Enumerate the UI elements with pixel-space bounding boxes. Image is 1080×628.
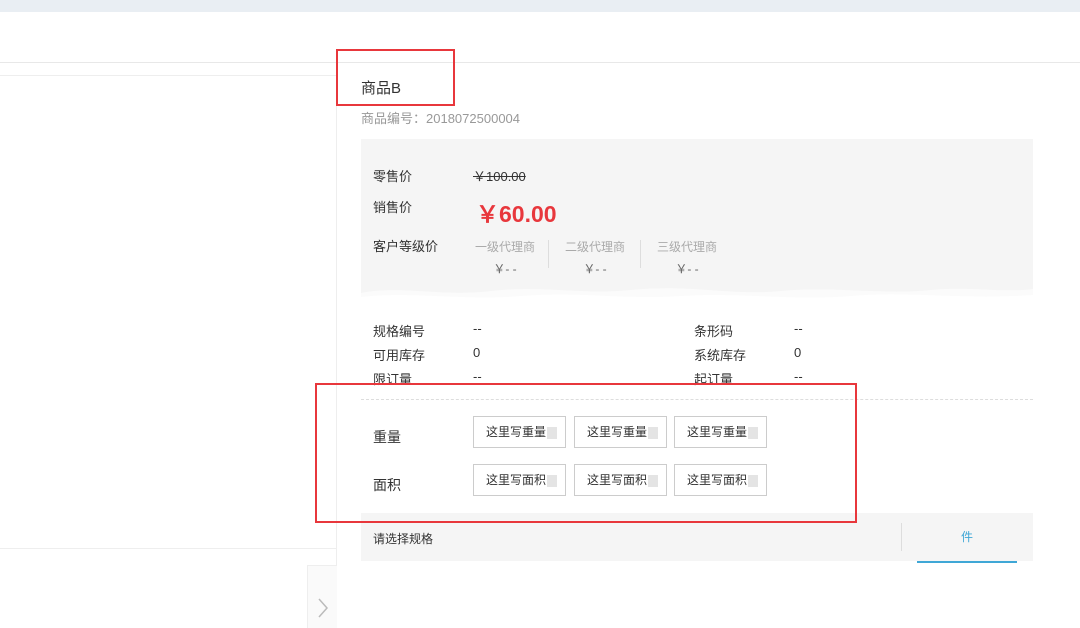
gallery-next-button[interactable]	[307, 565, 337, 628]
retail-price-label: 零售价	[373, 169, 413, 184]
bar-divider	[901, 523, 902, 551]
tier-price-item: 一级代理商 ￥- -	[459, 238, 551, 277]
tier-name: 一级代理商	[474, 240, 535, 254]
tier-price-item: 二级代理商 ￥- -	[549, 238, 641, 277]
highlight-box-options	[315, 383, 857, 523]
highlight-box-title	[336, 49, 455, 106]
min-order-value: --	[794, 369, 803, 384]
tier-price: ￥- -	[493, 262, 517, 276]
product-code-value: 2018072500004	[426, 111, 521, 126]
spec-code-value: --	[473, 321, 482, 336]
system-stock-value: 0	[794, 345, 802, 360]
select-spec-prompt: 请选择规格	[373, 532, 434, 546]
system-stock-label: 系统库存	[694, 348, 747, 363]
sale-price-label: 销售价	[373, 200, 413, 215]
tier-price: ￥- -	[583, 262, 607, 276]
sale-price-value: ￥60.00	[476, 201, 557, 227]
barcode-value: --	[794, 321, 803, 336]
unit-tab[interactable]: 件	[917, 513, 1017, 563]
tier-name: 二级代理商	[564, 240, 625, 254]
product-code: 商品编号：2018072500004	[361, 108, 520, 127]
chevron-right-icon	[318, 598, 328, 618]
barcode-label: 条形码	[694, 324, 734, 339]
gallery-divider	[0, 548, 337, 549]
header-divider	[0, 62, 1080, 63]
tier-price-label: 客户等级价	[373, 239, 439, 254]
tier-name: 三级代理商	[656, 240, 717, 254]
product-gallery-panel	[0, 75, 337, 628]
spec-code-label: 规格编号	[373, 324, 426, 339]
top-bar	[0, 0, 1080, 12]
product-code-label: 商品编号：	[361, 111, 427, 126]
available-stock-label: 可用库存	[373, 348, 426, 363]
order-limit-value: --	[473, 369, 482, 384]
tier-price-item: 三级代理商 ￥- -	[641, 238, 733, 277]
available-stock-value: 0	[473, 345, 481, 360]
retail-price-value: ￥100.00	[473, 169, 526, 184]
wave-decoration	[361, 288, 1033, 303]
price-panel: 零售价 ￥100.00 销售价 ￥60.00 客户等级价 一级代理商 ￥- - …	[361, 139, 1033, 303]
tier-price: ￥- -	[675, 262, 699, 276]
